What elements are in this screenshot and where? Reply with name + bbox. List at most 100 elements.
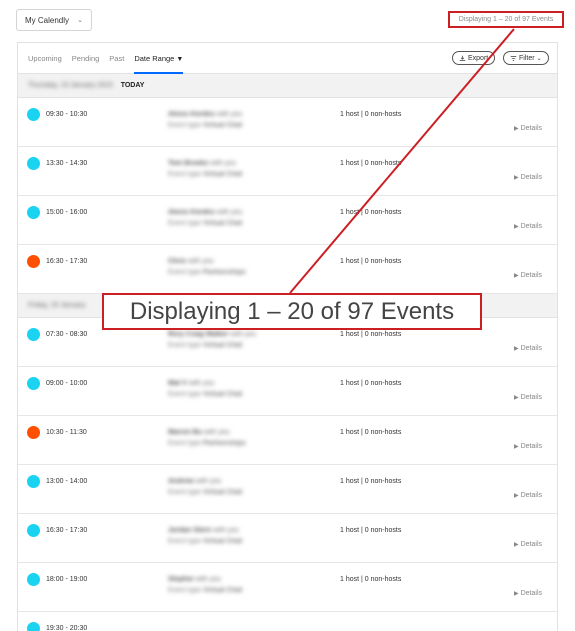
event-type-prefix: Event type	[168, 391, 202, 398]
event-hosts: 1 host | 0 non-hosts	[340, 331, 402, 338]
event-color-dot	[27, 328, 40, 341]
calendar-select-label: My Calendly	[25, 15, 70, 25]
event-row[interactable]: 09:30 - 10:30 Alexis Kordes with you Eve…	[18, 98, 557, 147]
tab-past[interactable]: Past	[109, 54, 124, 63]
caret-right-icon: ▶	[514, 493, 519, 499]
invitee-with: with you	[216, 111, 243, 118]
event-color-dot	[27, 377, 40, 390]
event-color-dot	[27, 426, 40, 439]
details-label: Details	[520, 272, 543, 279]
details-link[interactable]: ▶ Details	[514, 345, 542, 352]
event-type: Virtual Chat	[203, 122, 243, 129]
event-type-prefix: Event type	[168, 220, 202, 227]
invitee-with: with you	[210, 160, 236, 167]
invitee-with: with you	[195, 576, 221, 583]
details-link[interactable]: ▶ Details	[514, 272, 542, 279]
event-type-prefix: Event type	[168, 538, 202, 545]
event-invitee: Andrew with you Event type Virtual Chat	[168, 476, 242, 498]
details-link[interactable]: ▶ Details	[514, 443, 542, 450]
invitee-name: Rory Craig Walker	[168, 331, 229, 338]
event-invitee: Stephie with you Event type Virtual Chat	[168, 574, 242, 596]
event-hosts: 1 host | 0 non-hosts	[340, 380, 402, 387]
caret-right-icon: ▶	[514, 273, 519, 279]
callout-zoom: Displaying 1 – 20 of 97 Events	[102, 293, 482, 330]
event-time: 16:30 - 17:30	[46, 527, 88, 534]
event-color-dot	[27, 157, 40, 170]
event-row[interactable]: 19:30 - 20:30	[18, 612, 557, 631]
invitee-with: with you	[188, 380, 215, 387]
event-list: Thursday, 19 January 2023 TODAY 09:30 - 1…	[18, 74, 557, 631]
events-panel: Upcoming Pending Past Date Range ▼ Export…	[17, 42, 558, 631]
invitee-with: with you	[195, 478, 222, 485]
details-link[interactable]: ▶ Details	[514, 174, 542, 181]
invitee-name: Chris	[168, 258, 186, 265]
event-type-prefix: Event type	[168, 587, 202, 594]
details-label: Details	[520, 443, 543, 450]
event-type: Virtual Chat	[203, 489, 243, 496]
invitee-with: with you	[203, 429, 230, 436]
caret-right-icon: ▶	[514, 395, 519, 401]
event-time: 15:00 - 16:00	[46, 209, 88, 216]
event-row[interactable]: 16:30 - 17:30 Chris with you Event type …	[18, 245, 557, 294]
details-label: Details	[520, 492, 543, 499]
invitee-name: Andrew	[168, 478, 194, 485]
invitee-name: Alexis Kordes	[168, 209, 215, 216]
tab-pending[interactable]: Pending	[72, 54, 100, 63]
event-type: Partnerships	[203, 269, 246, 276]
event-type: Virtual Chat	[203, 171, 243, 178]
event-row[interactable]: 15:00 - 16:00 Alexis Kordes with you Eve…	[18, 196, 557, 245]
event-color-dot	[27, 524, 40, 537]
invitee-name: Jordan Stern	[168, 527, 212, 534]
event-row[interactable]: 09:00 - 10:00 Mat V with you Event type …	[18, 367, 557, 416]
event-row[interactable]: 16:30 - 17:30 Jordan Stern with you Even…	[18, 514, 557, 563]
event-hosts: 1 host | 0 non-hosts	[340, 111, 402, 118]
event-row[interactable]: 10:30 - 11:30 Marcin Bu with you Event t…	[18, 416, 557, 465]
invitee-name: Stephie	[168, 576, 194, 583]
today-label: TODAY	[120, 82, 145, 89]
invitee-name: Tom Brooks	[168, 160, 209, 167]
caret-right-icon: ▶	[514, 542, 519, 548]
event-type-prefix: Event type	[168, 122, 202, 129]
invitee-with: with you	[187, 258, 214, 265]
details-link[interactable]: ▶ Details	[514, 541, 542, 548]
event-hosts: 1 host | 0 non-hosts	[340, 160, 402, 167]
calendar-select[interactable]: My Calendly ⌄	[16, 9, 92, 31]
event-hosts: 1 host | 0 non-hosts	[340, 527, 402, 534]
caret-right-icon: ▶	[514, 224, 519, 230]
event-time: 07:30 - 08:30	[46, 331, 88, 338]
details-label: Details	[520, 590, 543, 597]
event-type: Virtual Chat	[203, 342, 243, 349]
details-link[interactable]: ▶ Details	[514, 223, 542, 230]
chevron-down-icon: ⌄	[77, 17, 83, 24]
event-time: 16:30 - 17:30	[46, 258, 88, 265]
tab-upcoming[interactable]: Upcoming	[28, 54, 62, 63]
event-time: 09:30 - 10:30	[46, 111, 88, 118]
tab-bar: Upcoming Pending Past Date Range ▼ Export…	[18, 43, 557, 74]
tab-date-range[interactable]: Date Range ▼	[134, 54, 183, 74]
details-label: Details	[520, 541, 543, 548]
details-link[interactable]: ▶ Details	[514, 394, 542, 401]
invitee-with: with you	[230, 331, 257, 338]
filter-label: Filter	[519, 54, 535, 62]
event-hosts: 1 host | 0 non-hosts	[340, 576, 402, 583]
details-link[interactable]: ▶ Details	[514, 492, 542, 499]
event-row[interactable]: 18:00 - 19:00 Stephie with you Event typ…	[18, 563, 557, 612]
invitee-with: with you	[216, 209, 243, 216]
event-time: 13:30 - 14:30	[46, 160, 88, 167]
event-time: 09:00 - 10:00	[46, 380, 88, 387]
event-color-dot	[27, 108, 40, 121]
event-invitee: Chris with you Event type Partnerships	[168, 256, 246, 278]
event-time: 13:00 - 14:00	[46, 478, 88, 485]
details-link[interactable]: ▶ Details	[514, 590, 542, 597]
day-date-label: Thursday, 19 January 2023	[28, 82, 113, 89]
export-button[interactable]: Export	[452, 51, 496, 65]
event-row[interactable]: 13:30 - 14:30 Tom Brooks with you Event …	[18, 147, 557, 196]
event-invitee: Marcin Bu with you Event type Partnershi…	[168, 427, 246, 449]
details-label: Details	[520, 223, 543, 230]
details-link[interactable]: ▶ Details	[514, 125, 542, 132]
event-row[interactable]: 13:00 - 14:00 Andrew with you Event type…	[18, 465, 557, 514]
details-label: Details	[520, 125, 543, 132]
event-color-dot	[27, 206, 40, 219]
display-count: Displaying 1 – 20 of 97 Events	[448, 11, 564, 28]
filter-button[interactable]: Filter ⌄	[503, 51, 549, 65]
